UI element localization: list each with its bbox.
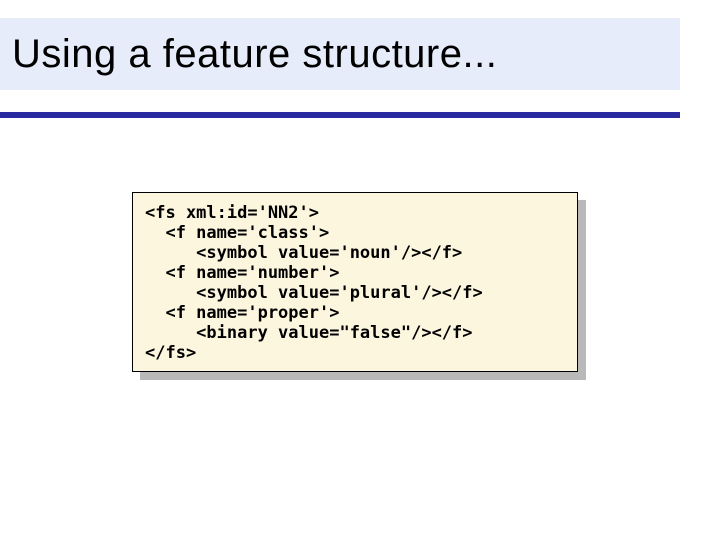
code-line: <f name='class'> xyxy=(145,223,329,243)
title-band: Using a feature structure... xyxy=(0,18,680,90)
horizontal-rule xyxy=(0,112,680,118)
code-line: <symbol value='noun'/></f> xyxy=(145,243,462,263)
slide: Using a feature structure... <fs xml:id=… xyxy=(0,0,720,540)
code-line: <fs xml:id='NN2'> xyxy=(145,203,319,223)
code-line: <symbol value='plural'/></f> xyxy=(145,283,483,303)
code-line: <f name='number'> xyxy=(145,263,339,283)
code-box: <fs xml:id='NN2'> <f name='class'> <symb… xyxy=(132,192,578,372)
slide-title: Using a feature structure... xyxy=(12,32,497,77)
code-content: <fs xml:id='NN2'> <f name='class'> <symb… xyxy=(145,203,565,363)
code-line: <f name='proper'> xyxy=(145,303,339,323)
code-line: </fs> xyxy=(145,343,196,363)
code-line: <binary value="false"/></f> xyxy=(145,323,473,343)
